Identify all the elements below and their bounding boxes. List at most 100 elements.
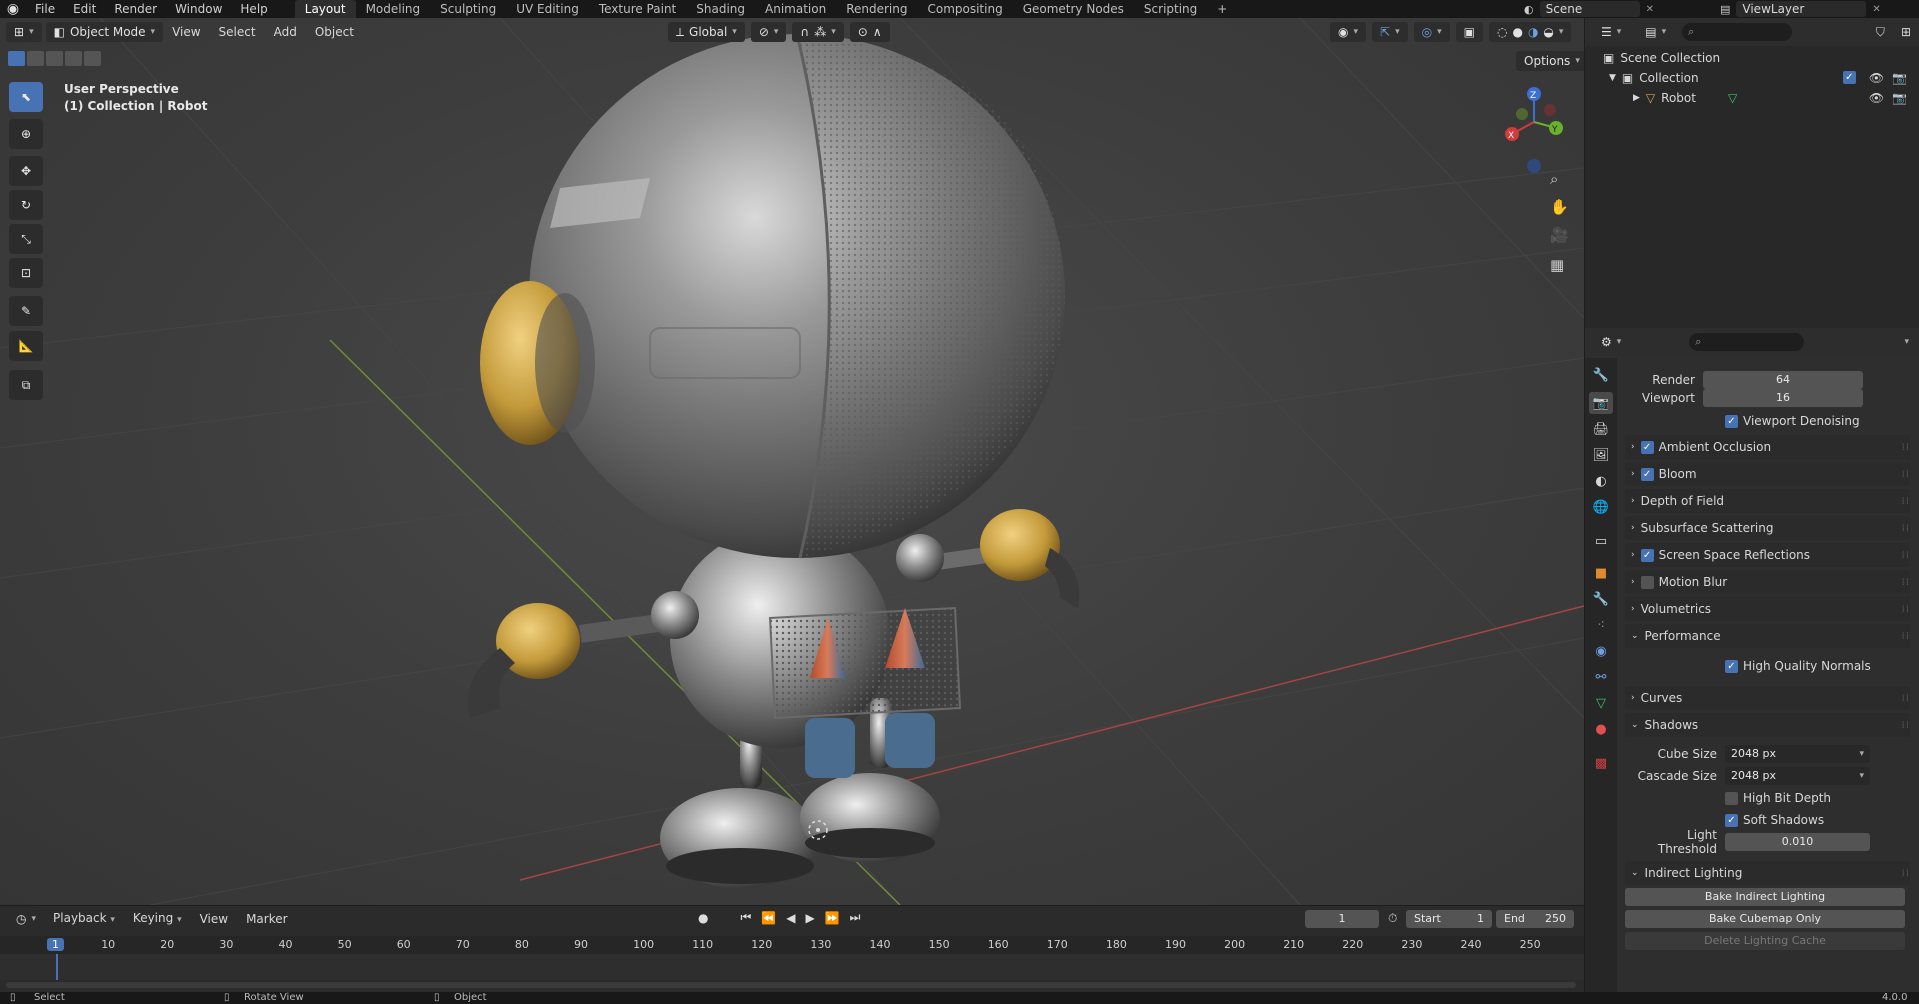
drag-handle-icon[interactable]: ⁞⁞ — [1902, 442, 1910, 453]
menu-help[interactable]: Help — [231, 0, 276, 18]
next-keyframe-icon[interactable]: ⏩ — [825, 911, 840, 925]
drag-handle-icon[interactable]: ⁞⁞ — [1902, 693, 1910, 704]
bake-indirect-lighting-button[interactable]: Bake Indirect Lighting — [1625, 888, 1905, 906]
tab-compositing[interactable]: Compositing — [917, 0, 1012, 18]
viewport-denoising-checkbox[interactable]: ✓ — [1725, 414, 1738, 428]
xray-toggle[interactable]: ▣ — [1455, 22, 1483, 42]
world-tab-icon[interactable]: 🌐 — [1589, 496, 1613, 518]
rendered-shading-icon[interactable]: ◒ — [1543, 22, 1553, 42]
select-subtract-icon[interactable] — [46, 51, 63, 66]
drag-handle-icon[interactable]: ⁞⁞ — [1902, 868, 1910, 879]
jump-start-icon[interactable]: ⏮ — [740, 910, 751, 925]
menu-keying[interactable]: Keying ▾ — [124, 907, 191, 931]
scene-tab-icon[interactable]: ◐ — [1589, 470, 1613, 492]
mode-selector[interactable]: ◧ Object Mode ▾ — [45, 22, 164, 42]
texture-tab-icon[interactable]: ▩ — [1589, 752, 1613, 774]
navigation-gizmo[interactable]: Z X Y — [1494, 78, 1574, 178]
drag-handle-icon[interactable]: ⁞⁞ — [1902, 469, 1910, 480]
drag-handle-icon[interactable]: ⁞⁞ — [1902, 496, 1910, 507]
drag-handle-icon[interactable]: ⁞⁞ — [1902, 577, 1910, 588]
tab-modeling[interactable]: Modeling — [356, 0, 431, 18]
proportional-edit-toggle[interactable]: ⊙ ∧ — [849, 22, 890, 42]
drag-handle-icon[interactable]: ⁞⁞ — [1902, 523, 1910, 534]
panel-screen-space-reflections[interactable]: › ✓ Screen Space Reflections ⁞⁞ — [1625, 543, 1910, 567]
timeline-editor-type[interactable]: ◷ ▾ — [8, 909, 44, 929]
pan-hand-icon[interactable]: ✋ — [1550, 198, 1569, 216]
tab-texture-paint[interactable]: Texture Paint — [589, 0, 686, 18]
high-quality-normals-row[interactable]: ✓ High Quality Normals — [1625, 654, 1910, 678]
menu-marker[interactable]: Marker — [237, 908, 296, 930]
timeline-scrollbar[interactable] — [6, 982, 1576, 988]
play-icon[interactable]: ▶ — [805, 911, 814, 925]
outliner-collection[interactable]: ▼ ▣ Collection ✓ 👁 📷 — [1585, 68, 1919, 88]
menu-timeline-view[interactable]: View — [191, 908, 237, 930]
object-camera-icon[interactable]: 📷 — [1892, 91, 1907, 105]
select-box-tool[interactable]: ⬉ — [9, 82, 43, 112]
transform-tool[interactable]: ⊡ — [9, 258, 43, 288]
menu-add[interactable]: Add — [265, 21, 306, 43]
chevron-down-icon[interactable]: ▾ — [1904, 337, 1919, 347]
add-workspace-button[interactable]: + — [1207, 0, 1237, 18]
menu-file[interactable]: File — [26, 0, 64, 18]
select-extend-icon[interactable] — [27, 51, 44, 66]
tool-tab-icon[interactable]: 🔧 — [1589, 364, 1613, 386]
outliner-editor-type[interactable]: ☰ ▾ — [1593, 22, 1630, 42]
annotate-tool[interactable]: ✎ — [9, 296, 43, 326]
orientation-selector[interactable]: ⟂ Global ▾ — [668, 22, 745, 42]
new-collection-icon[interactable]: ⊞ — [1901, 25, 1919, 39]
rotate-tool[interactable]: ↻ — [9, 190, 43, 220]
gizmo-toggle[interactable]: ⇱ ▾ — [1372, 22, 1408, 42]
drag-handle-icon[interactable]: ⁞⁞ — [1902, 720, 1910, 731]
visibility-selector[interactable]: ◉ ▾ — [1330, 22, 1367, 42]
properties-editor-type[interactable]: ⚙ ▾ — [1593, 332, 1630, 352]
properties-search-input[interactable]: ⌕ — [1689, 333, 1805, 351]
menu-window[interactable]: Window — [166, 0, 231, 18]
timeline-ruler[interactable]: 1 10 20 30 40 50 60 70 80 90 100 110 120 130 140 150 160… — [0, 936, 1584, 954]
motion-blur-checkbox[interactable] — [1640, 575, 1654, 589]
render-tab-icon[interactable]: 📷 — [1589, 392, 1613, 414]
soft-shadows-checkbox[interactable]: ✓ — [1725, 813, 1738, 827]
bloom-checkbox[interactable]: ✓ — [1640, 467, 1654, 481]
delete-lighting-cache-button[interactable]: Delete Lighting Cache — [1625, 932, 1905, 950]
zoom-icon[interactable]: ⌕ — [1550, 170, 1558, 188]
menu-select[interactable]: Select — [210, 21, 265, 43]
panel-depth-of-field[interactable]: › Depth of Field ⁞⁞ — [1625, 489, 1910, 513]
drag-handle-icon[interactable]: ⁞⁞ — [1902, 550, 1910, 561]
drag-handle-icon[interactable]: ⁞⁞ — [1902, 604, 1910, 615]
outliner-object-robot[interactable]: ▶ ▽ Robot ▽ 👁 📷 — [1585, 88, 1919, 108]
tab-animation[interactable]: Animation — [755, 0, 836, 18]
select-new-icon[interactable] — [8, 51, 25, 66]
panel-performance[interactable]: ⌄ Performance ⁞⁞ — [1625, 624, 1910, 648]
display-mode-selector[interactable]: ▤ ▾ — [1637, 22, 1675, 42]
menu-view[interactable]: View — [163, 21, 209, 43]
stopwatch-icon[interactable]: ⏱ — [1388, 911, 1397, 926]
options-button[interactable]: Options ▾ — [1516, 51, 1584, 71]
menu-render[interactable]: Render — [105, 0, 166, 18]
collection-include-checkbox[interactable]: ✓ — [1842, 71, 1856, 84]
camera-view-icon[interactable]: 🎥 — [1550, 226, 1569, 244]
physics-tab-icon[interactable]: ◉ — [1589, 640, 1613, 662]
tab-shading[interactable]: Shading — [686, 0, 755, 18]
menu-object[interactable]: Object — [306, 21, 363, 43]
scene-close-icon[interactable]: ✕ — [1646, 4, 1654, 15]
collection-eye-icon[interactable]: 👁 — [1869, 71, 1884, 85]
current-frame-field[interactable]: 1 — [1305, 910, 1379, 928]
object-tab-icon[interactable]: ■ — [1589, 562, 1613, 584]
editor-type-button[interactable]: ⊞ ▾ — [6, 22, 42, 42]
viewport-samples-field[interactable]: 16 — [1703, 389, 1863, 407]
menu-playback[interactable]: Playback ▾ — [44, 907, 124, 931]
select-intersect-icon[interactable] — [84, 51, 101, 66]
end-frame-field[interactable]: End 250 — [1496, 910, 1574, 928]
select-invert-icon[interactable] — [65, 51, 82, 66]
ssr-checkbox[interactable]: ✓ — [1640, 548, 1654, 562]
cascade-size-dropdown[interactable]: 2048 px ▾ — [1725, 767, 1870, 785]
viewport-denoising-row[interactable]: ✓ Viewport Denoising — [1625, 409, 1910, 433]
measure-tool[interactable]: 📐 — [9, 331, 43, 361]
tab-layout[interactable]: Layout — [294, 0, 356, 18]
start-frame-field[interactable]: Start 1 — [1406, 910, 1492, 928]
overlay-toggle[interactable]: ◎ ▾ — [1413, 22, 1450, 42]
scale-tool[interactable]: ⤡ — [9, 224, 43, 254]
drag-handle-icon[interactable]: ⁞⁞ — [1902, 631, 1910, 642]
expand-object-icon[interactable]: ▶ — [1633, 93, 1640, 103]
move-tool[interactable]: ✥ — [9, 156, 43, 186]
